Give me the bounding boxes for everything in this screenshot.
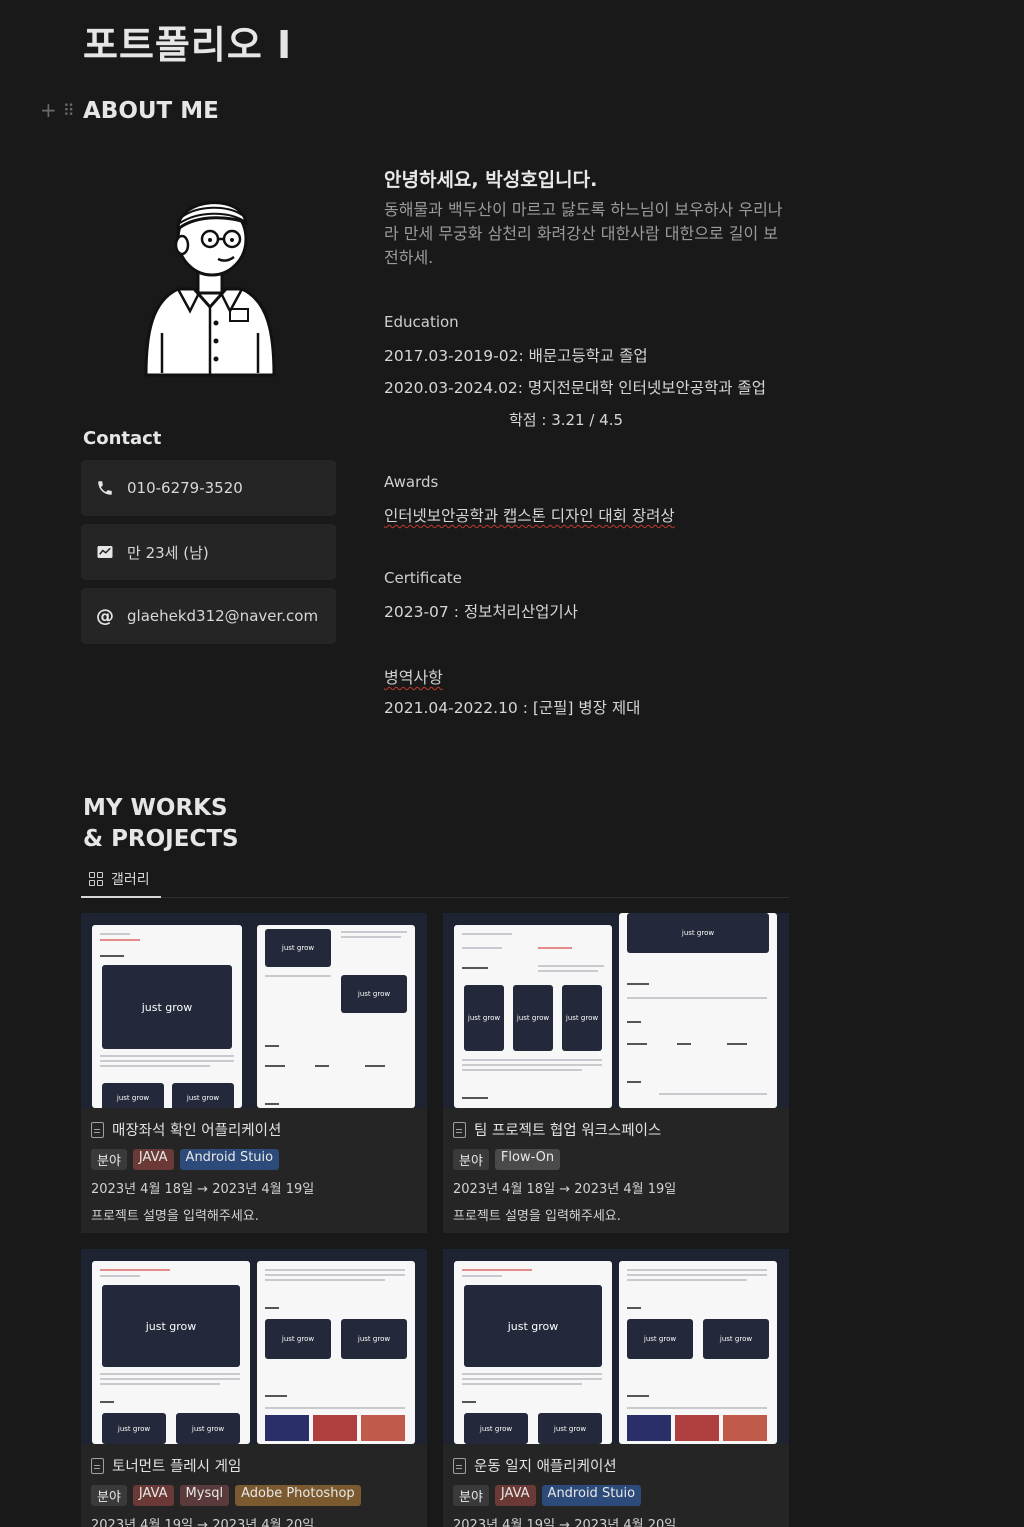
- project-title: 운동 일지 애플리케이션: [474, 1459, 617, 1475]
- project-card[interactable]: just grow just grow just grow just grow …: [81, 913, 427, 1233]
- thumb-brand-small: just grow: [265, 1319, 331, 1359]
- project-title: 토너먼트 플레시 게임: [112, 1459, 242, 1475]
- education-label: Education: [384, 313, 459, 331]
- tag-field: 분야: [453, 1485, 489, 1506]
- project-tags: 분야 Flow-On: [453, 1149, 779, 1170]
- project-card[interactable]: just grow just grow just grow just grow …: [81, 1249, 427, 1527]
- thumb-brand-small: just grow: [341, 1319, 407, 1359]
- education-gpa: 학점 : 3.21 / 4.5: [509, 411, 624, 429]
- tag-flow-on: Flow-On: [494, 1149, 561, 1170]
- thumb-brand-small: just grow: [464, 1413, 528, 1444]
- tag-java: JAVA: [132, 1149, 174, 1170]
- thumb-brand-small: just grow: [102, 1083, 164, 1108]
- tag-photoshop: Adobe Photoshop: [235, 1485, 361, 1506]
- works-heading-line1: MY WORKS: [83, 795, 228, 821]
- project-card[interactable]: just grow just grow just grow just grow …: [443, 1249, 789, 1527]
- project-description: 프로젝트 설명을 입력해주세요.: [91, 1209, 259, 1224]
- thumb-brand-small: just grow: [265, 929, 331, 967]
- chart-icon: [95, 542, 115, 562]
- thumb-brand-small: just grow: [538, 1413, 602, 1444]
- tag-field: 분야: [453, 1149, 489, 1170]
- page-icon: [453, 1121, 466, 1138]
- certificate-label: Certificate: [384, 569, 462, 587]
- thumb-brand-small: just grow: [102, 1413, 166, 1444]
- thumb-brand-small: just grow: [513, 985, 553, 1051]
- view-tab-bar: 갤러리: [81, 862, 789, 898]
- add-block-icon[interactable]: +: [40, 100, 57, 120]
- tag-field: 분야: [91, 1485, 127, 1506]
- awards-line-1: 인터넷보안공학과 캡스톤 디자인 대회 장려상: [384, 507, 675, 525]
- page-icon: [91, 1121, 104, 1138]
- contact-phone-card[interactable]: 010-6279-3520: [81, 460, 336, 516]
- contact-phone-text: 010-6279-3520: [127, 479, 243, 497]
- works-heading-line2: & PROJECTS: [83, 826, 239, 852]
- project-thumbnail: just grow just grow just grow just grow …: [443, 1249, 789, 1444]
- tab-gallery[interactable]: 갤러리: [81, 862, 161, 898]
- education-line-1: 2017.03-2019-02: 배문고등학교 졸업: [384, 347, 648, 365]
- thumb-brand-small: just grow: [627, 913, 769, 953]
- tag-java: JAVA: [494, 1485, 536, 1506]
- project-title: 팀 프로젝트 협업 워크스페이스: [474, 1123, 662, 1139]
- project-date: 2023년 4월 18일 → 2023년 4월 19일: [91, 1182, 315, 1197]
- military-line-1: 2021.04-2022.10 : [군필] 병장 제대: [384, 699, 641, 717]
- tag-android-studio: Android Stuio: [179, 1149, 280, 1170]
- about-me-heading: ABOUT ME: [83, 98, 219, 124]
- avatar-illustration: [144, 201, 276, 377]
- tag-mysql: Mysql: [179, 1485, 230, 1506]
- gallery-grid-icon: [89, 872, 103, 886]
- tag-java: JAVA: [132, 1485, 174, 1506]
- page-icon: [91, 1457, 104, 1474]
- page-icon: [453, 1457, 466, 1474]
- thumb-brand-box: just grow: [102, 1285, 240, 1367]
- project-thumbnail: just grow just grow just grow just grow …: [81, 1249, 427, 1444]
- at-icon: @: [96, 605, 114, 627]
- project-card[interactable]: just grow just grow just grow just grow …: [443, 913, 789, 1233]
- block-handle[interactable]: + ⠿: [40, 100, 75, 120]
- project-tags: 분야 JAVA Mysql Adobe Photoshop: [91, 1485, 417, 1506]
- thumb-brand-small: just grow: [172, 1083, 234, 1108]
- intro-body: 동해물과 백두산이 마르고 닳도록 하느님이 보우하사 우리나라 만세 무궁화 …: [384, 200, 783, 267]
- project-thumbnail: just grow just grow just grow just grow …: [81, 913, 427, 1108]
- project-title: 매장좌석 확인 어플리케이션: [112, 1123, 282, 1139]
- page-title: 포트폴리오 I: [83, 23, 293, 67]
- tag-android-studio: Android Stuio: [541, 1485, 642, 1506]
- thumb-brand-small: just grow: [464, 985, 504, 1051]
- military-label: 병역사항: [384, 668, 443, 687]
- thumb-brand-box: just grow: [464, 1285, 602, 1367]
- awards-label: Awards: [384, 473, 439, 491]
- project-tags: 분야 JAVA Android Stuio: [453, 1485, 779, 1506]
- project-date: 2023년 4월 18일 → 2023년 4월 19일: [453, 1182, 677, 1197]
- tab-gallery-label: 갤러리: [111, 872, 150, 888]
- contact-email-card[interactable]: @ glaehekd312@naver.com: [81, 588, 336, 644]
- project-thumbnail: just grow just grow just grow just grow: [443, 913, 789, 1108]
- thumb-brand-small: just grow: [176, 1413, 240, 1444]
- intro-title: 안녕하세요, 박성호입니다.: [384, 169, 598, 191]
- thumb-brand-box: just grow: [102, 965, 232, 1049]
- tag-field: 분야: [91, 1149, 127, 1170]
- certificate-line-1: 2023-07 : 정보처리산업기사: [384, 603, 578, 621]
- education-line-2: 2020.03-2024.02: 명지전문대학 인터넷보안공학과 졸업: [384, 379, 766, 397]
- thumb-brand-small: just grow: [341, 975, 407, 1013]
- phone-icon: [95, 478, 115, 498]
- project-description: 프로젝트 설명을 입력해주세요.: [453, 1209, 621, 1224]
- contact-age-card[interactable]: 만 23세 (남): [81, 524, 336, 580]
- project-tags: 분야 JAVA Android Stuio: [91, 1149, 417, 1170]
- works-heading: MY WORKS & PROJECTS: [83, 793, 239, 855]
- contact-heading: Contact: [83, 428, 162, 449]
- thumb-brand-small: just grow: [562, 985, 602, 1051]
- thumb-brand-small: just grow: [627, 1319, 693, 1359]
- thumb-brand-small: just grow: [703, 1319, 769, 1359]
- project-date: 2023년 4월 19일 → 2023년 4월 20일: [453, 1518, 677, 1527]
- drag-handle-icon[interactable]: ⠿: [63, 101, 75, 120]
- contact-email-text: glaehekd312@naver.com: [127, 607, 319, 625]
- project-date: 2023년 4월 19일 → 2023년 4월 20일: [91, 1518, 315, 1527]
- contact-age-text: 만 23세 (남): [127, 543, 209, 562]
